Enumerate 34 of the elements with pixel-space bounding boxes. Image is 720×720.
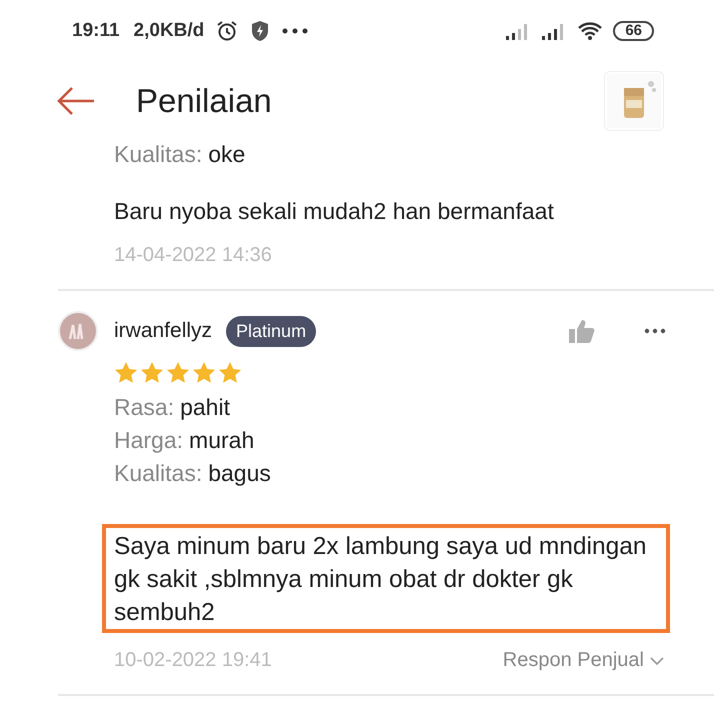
attribute-label: Rasa: [114, 394, 174, 420]
star-icon [140, 361, 164, 385]
shield-icon [250, 20, 270, 42]
seller-response-toggle[interactable]: Respon Penjual [502, 649, 644, 672]
username: irwanfellyz [114, 319, 212, 343]
attribute-label: Harga: [114, 427, 184, 453]
alarm-clock-icon [216, 20, 238, 42]
attribute-value: pahit [180, 394, 230, 420]
star-icon [114, 361, 138, 385]
attribute-label: Kualitas: [114, 460, 202, 486]
member-badge: Platinum [226, 316, 316, 346]
star-icon [192, 361, 216, 385]
product-thumbnail[interactable] [604, 71, 664, 131]
more-icon [282, 28, 308, 34]
star-icon [166, 361, 190, 385]
review-date: 14-04-2022 14:36 [114, 244, 272, 267]
user-avatar[interactable] [58, 311, 98, 351]
thumbs-up-icon[interactable] [568, 318, 596, 344]
more-icon[interactable] [644, 328, 666, 334]
attribute-value: murah [189, 427, 254, 453]
page-title: Penilaian [136, 82, 272, 120]
network-speed: 2,0KB/d [134, 20, 204, 42]
chevron-down-icon [650, 656, 664, 666]
wifi-icon [577, 21, 604, 41]
attribute-value: oke [208, 141, 246, 167]
review-date: 10-02-2022 19:41 [114, 649, 272, 672]
battery-level: 66 [613, 21, 654, 41]
back-arrow-icon [56, 86, 96, 116]
status-time: 19:11 [72, 20, 120, 42]
star-icon [218, 361, 242, 385]
review-text: Baru nyoba sekali mudah2 han bermanfaat [114, 197, 555, 226]
attribute-value: bagus [208, 460, 271, 486]
attribute-label: Kualitas: [114, 141, 202, 167]
review-text: Saya minum baru 2x lambung saya ud mndingan gk sakit ,sblmnya minum obat dr dokter gk sembuh2 [102, 524, 670, 633]
